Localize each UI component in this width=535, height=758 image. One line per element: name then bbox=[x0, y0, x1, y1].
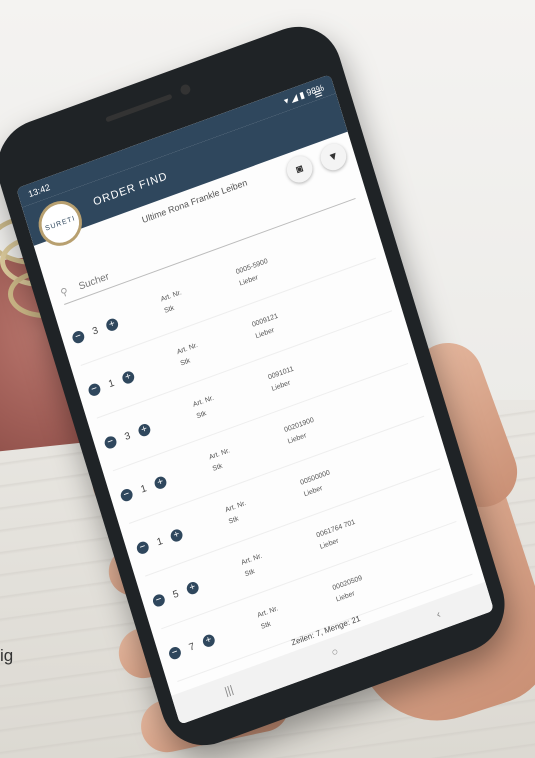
decrement-button[interactable]: − bbox=[70, 329, 86, 345]
search-icon[interactable]: ⚲ bbox=[59, 286, 69, 299]
decrement-button[interactable]: − bbox=[167, 645, 183, 661]
logo-text: SURETI bbox=[44, 214, 77, 233]
quantity-stepper: − 5 + bbox=[151, 564, 245, 609]
increment-button[interactable]: + bbox=[137, 422, 152, 438]
quantity-stepper: − 3 + bbox=[103, 406, 197, 451]
status-time: 13:42 bbox=[27, 182, 52, 200]
increment-button[interactable]: + bbox=[120, 369, 136, 386]
quantity-value: 7 bbox=[187, 640, 197, 654]
decrement-button[interactable]: − bbox=[151, 592, 167, 609]
phone-camera bbox=[179, 83, 192, 97]
decrement-button[interactable]: − bbox=[119, 487, 135, 503]
quantity-stepper: − 1 + bbox=[135, 511, 229, 556]
item-info: 00500000 Lieber bbox=[299, 467, 335, 501]
side-text: ig bbox=[0, 646, 14, 665]
increment-button[interactable]: + bbox=[169, 527, 184, 544]
item-labels: Art. Nr. Stk bbox=[192, 373, 274, 423]
decrement-button[interactable]: − bbox=[103, 434, 118, 451]
quantity-value: 3 bbox=[91, 324, 100, 338]
item-info: 0009121 Lieber bbox=[251, 311, 284, 343]
item-labels: Art. Nr. Stk bbox=[176, 320, 258, 370]
quantity-value: 5 bbox=[171, 588, 181, 601]
item-labels: Art. Nr. Stk bbox=[224, 478, 306, 528]
increment-button[interactable]: + bbox=[104, 316, 120, 333]
decrement-button[interactable]: − bbox=[135, 539, 151, 556]
increment-button[interactable]: + bbox=[185, 580, 201, 596]
item-info: 00020509 Lieber bbox=[331, 573, 367, 607]
item-info: 00201900 Lieber bbox=[283, 415, 319, 449]
item-labels: Art. Nr. Stk bbox=[159, 267, 241, 317]
item-labels: Art. Nr. Stk bbox=[208, 425, 290, 475]
phone-speaker bbox=[105, 93, 173, 123]
increment-button[interactable]: + bbox=[201, 632, 217, 649]
item-labels: Art. Nr. Stk bbox=[240, 531, 322, 581]
quantity-value: 3 bbox=[123, 430, 132, 443]
decrement-button[interactable]: − bbox=[87, 381, 102, 398]
item-info: 0061764 701 Lieber bbox=[315, 517, 360, 554]
quantity-stepper: − 1 + bbox=[87, 353, 181, 398]
item-info: 0005-5900 Lieber bbox=[235, 256, 273, 290]
back-icon[interactable]: ‹ bbox=[435, 608, 442, 621]
recent-apps-icon[interactable]: ||| bbox=[223, 684, 235, 698]
quantity-stepper: − 3 + bbox=[70, 301, 165, 345]
quantity-value: 1 bbox=[107, 377, 116, 390]
increment-button[interactable]: + bbox=[153, 474, 168, 491]
item-info: 0091011 Lieber bbox=[267, 364, 299, 396]
quantity-stepper: − 1 + bbox=[119, 459, 213, 503]
home-icon[interactable]: ○ bbox=[330, 645, 340, 659]
quantity-value: 1 bbox=[139, 482, 148, 496]
quantity-value: 1 bbox=[155, 535, 164, 548]
